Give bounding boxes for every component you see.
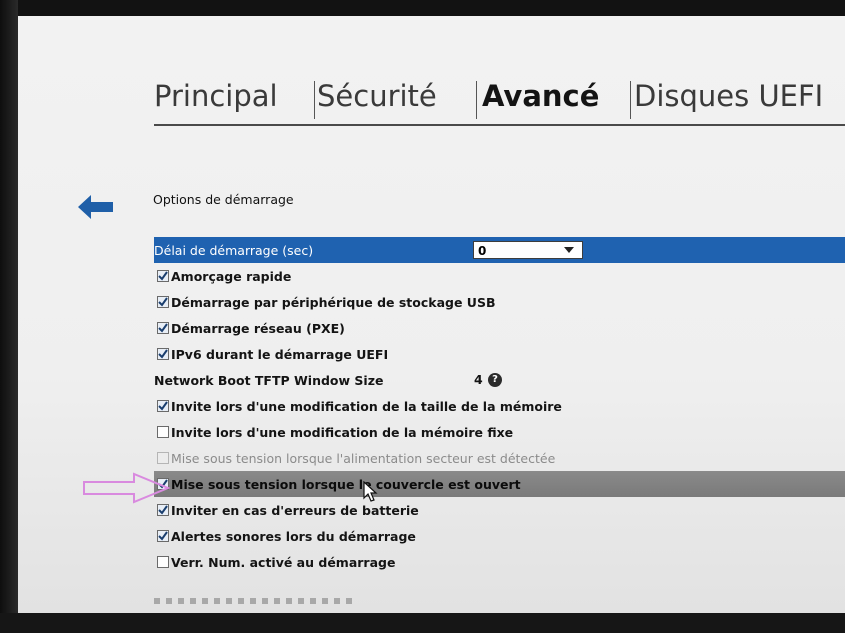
left-arrow-icon[interactable] xyxy=(78,194,114,220)
list-item-ipv6-boot[interactable]: IPv6 durant le démarrage UEFI xyxy=(154,341,845,367)
row-label: Inviter en cas d'erreurs de batterie xyxy=(171,502,419,518)
row-label: Mise sous tension lorsque l'alimentation… xyxy=(171,450,556,466)
checkmark-icon xyxy=(158,505,168,515)
list-item-lid-open-power-on[interactable]: Mise sous tension lorsque le couvercle e… xyxy=(154,471,845,497)
checkbox-unchecked[interactable] xyxy=(157,426,169,438)
list-item-boot-delay[interactable]: Délai de démarrage (sec) 0 xyxy=(154,237,845,263)
checkbox-checked[interactable] xyxy=(157,504,169,516)
row-label: Invite lors d'une modification de la tai… xyxy=(171,398,562,414)
tab-separator xyxy=(476,81,477,119)
dropdown-value: 0 xyxy=(478,244,487,258)
tab-securite[interactable]: Sécurité xyxy=(317,79,437,113)
tab-disques-uefi[interactable]: Disques UEFI xyxy=(634,79,823,113)
checkmark-icon xyxy=(158,531,168,541)
monitor-bezel-top xyxy=(0,0,845,16)
list-item-network-boot[interactable]: Démarrage réseau (PXE) xyxy=(154,315,845,341)
checkmark-icon xyxy=(158,297,168,307)
row-label: Démarrage par périphérique de stockage U… xyxy=(171,294,496,310)
checkmark-icon xyxy=(158,323,168,333)
checkbox-checked[interactable] xyxy=(157,400,169,412)
checkbox-checked[interactable] xyxy=(157,530,169,542)
list-item-memory-size-prompt[interactable]: Invite lors d'une modification de la tai… xyxy=(154,393,845,419)
boot-options-list: Délai de démarrage (sec) 0 Amorçage rapi… xyxy=(154,237,845,575)
mouse-cursor-icon xyxy=(363,481,378,502)
row-label: Invite lors d'une modification de la mém… xyxy=(171,424,514,440)
row-label: Network Boot TFTP Window Size xyxy=(154,372,384,388)
checkbox-checked[interactable] xyxy=(157,322,169,334)
checkbox-checked[interactable] xyxy=(157,270,169,282)
checkmark-icon xyxy=(158,349,168,359)
monitor-bezel-bottom xyxy=(0,613,845,633)
checkmark-icon xyxy=(158,271,168,281)
checkbox-unchecked[interactable] xyxy=(157,556,169,568)
list-item-usb-boot[interactable]: Démarrage par périphérique de stockage U… xyxy=(154,289,845,315)
list-item-fixed-memory-prompt[interactable]: Invite lors d'une modification de la mém… xyxy=(154,419,845,445)
row-label: IPv6 durant le démarrage UEFI xyxy=(171,346,389,362)
row-label: Délai de démarrage (sec) xyxy=(154,242,314,258)
checkbox-checked[interactable] xyxy=(157,296,169,308)
tab-separator xyxy=(630,81,631,119)
row-label: Mise sous tension lorsque le couvercle e… xyxy=(171,476,521,492)
list-item-numlock-boot[interactable]: Verr. Num. activé au démarrage xyxy=(154,549,845,575)
tab-separator xyxy=(314,81,315,119)
boot-delay-dropdown[interactable]: 0 xyxy=(473,241,583,259)
tab-bar: Principal Sécurité Avancé Disques UEFI xyxy=(154,79,845,123)
tab-principal[interactable]: Principal xyxy=(154,79,278,113)
row-label: Verr. Num. activé au démarrage xyxy=(171,554,396,570)
checkbox-disabled xyxy=(157,452,169,464)
checkmark-icon xyxy=(158,401,168,411)
annotation-arrow-icon xyxy=(83,472,171,504)
bios-screen: Principal Sécurité Avancé Disques UEFI O… xyxy=(18,16,845,613)
tab-avance[interactable]: Avancé xyxy=(482,79,599,113)
list-item-battery-error-prompt[interactable]: Inviter en cas d'erreurs de batterie xyxy=(154,497,845,523)
monitor-bezel-left xyxy=(0,0,18,633)
row-label: Démarrage réseau (PXE) xyxy=(171,320,345,336)
tftp-window-size-value[interactable]: 4 xyxy=(474,372,483,387)
list-item-ac-power-on: Mise sous tension lorsque l'alimentation… xyxy=(154,445,845,471)
list-item-tftp-window-size[interactable]: Network Boot TFTP Window Size 4 ? xyxy=(154,367,845,393)
row-label: Alertes sonores lors du démarrage xyxy=(171,528,416,544)
checkbox-checked[interactable] xyxy=(157,348,169,360)
list-item-boot-beeps[interactable]: Alertes sonores lors du démarrage xyxy=(154,523,845,549)
chevron-down-icon xyxy=(564,247,574,253)
tab-underline xyxy=(154,124,845,126)
section-title: Options de démarrage xyxy=(153,192,294,207)
next-row-partial xyxy=(154,598,354,604)
row-label: Amorçage rapide xyxy=(171,268,292,284)
question-mark-icon[interactable]: ? xyxy=(488,373,502,387)
list-item-fast-boot[interactable]: Amorçage rapide xyxy=(154,263,845,289)
